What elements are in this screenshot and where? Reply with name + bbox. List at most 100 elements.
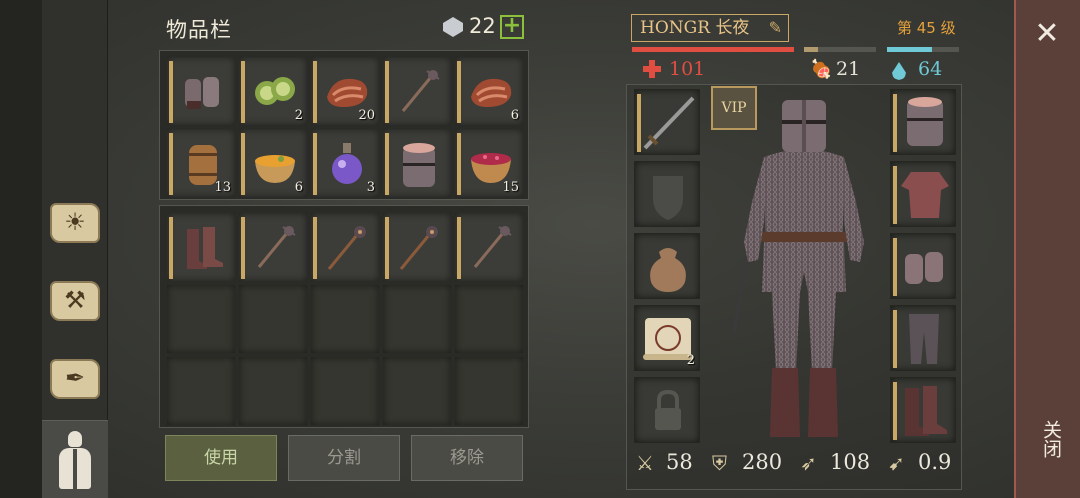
empty-slot[interactable] xyxy=(382,356,452,426)
hp-bar xyxy=(632,47,794,52)
inventory-slot-barrel[interactable]: 13 xyxy=(166,128,236,198)
split-button[interactable]: 分割 xyxy=(288,435,400,481)
item-count: 2 xyxy=(294,108,303,123)
gloves-icon xyxy=(905,252,943,284)
inventory-slot-knight-helmet[interactable] xyxy=(382,128,452,198)
legs-slot[interactable] xyxy=(890,305,956,371)
meat-icon: 🍖 xyxy=(810,59,833,80)
character-icon xyxy=(55,430,95,489)
mace-icon xyxy=(395,67,443,117)
empty-slot[interactable] xyxy=(382,284,452,354)
attack-value: 58 xyxy=(666,450,693,474)
remove-button[interactable]: 移除 xyxy=(411,435,523,481)
inventory-slot-soup-bowl[interactable]: 6 xyxy=(238,128,308,198)
morning-star-icon xyxy=(323,223,371,273)
inventory-slot-raw-meat[interactable]: 20 xyxy=(310,56,380,126)
nav-recipes-button[interactable]: ☀ xyxy=(42,190,108,256)
empty-slot[interactable] xyxy=(454,284,524,354)
boots-icon xyxy=(905,386,947,436)
nav-character-button[interactable] xyxy=(42,420,108,498)
gem-icon xyxy=(443,17,463,37)
cucumber-icon xyxy=(251,67,299,117)
nav-crafting-button[interactable]: ⚒ xyxy=(42,268,108,334)
feet-slot[interactable] xyxy=(890,377,956,443)
empty-slot[interactable] xyxy=(310,284,380,354)
sack-icon xyxy=(650,248,686,292)
food-bar xyxy=(804,47,876,52)
meat-icon xyxy=(467,67,515,117)
water-bar xyxy=(887,47,959,52)
gem-count: 22 xyxy=(469,14,496,38)
item-count: 3 xyxy=(366,180,375,195)
inventory-slot-cucumber-slices[interactable]: 2 xyxy=(238,56,308,126)
defense-shield-icon: ⛨ xyxy=(712,451,727,475)
empty-slot[interactable] xyxy=(238,356,308,426)
mace-icon xyxy=(251,223,299,273)
knight-character xyxy=(732,100,864,437)
gloves-icon xyxy=(179,67,227,117)
nav-journal-button[interactable]: ✒ xyxy=(42,346,108,412)
item-count: 20 xyxy=(358,108,375,123)
chest-slot[interactable] xyxy=(890,161,956,227)
inventory-slot-chainmail-gloves[interactable] xyxy=(166,56,236,126)
helmet-icon xyxy=(395,139,443,189)
item-count: 6 xyxy=(294,180,303,195)
locked-slot[interactable] xyxy=(634,377,700,443)
chainmail-shirt-icon xyxy=(901,172,949,218)
item-count: 6 xyxy=(510,108,519,123)
inventory-title: 物品栏 xyxy=(166,18,232,42)
empty-slot[interactable] xyxy=(310,356,380,426)
quill-icon: ✎ xyxy=(768,18,782,37)
morning-star-icon xyxy=(395,223,443,273)
attack-icon: ⚔ xyxy=(636,451,654,475)
food-value: 21 xyxy=(836,58,861,80)
empty-slot[interactable] xyxy=(166,356,236,426)
use-button[interactable]: 使用 xyxy=(165,435,277,481)
attack-speed-value: 0.9 xyxy=(918,450,952,474)
add-gems-button[interactable]: + xyxy=(500,15,524,39)
water-drop-icon xyxy=(892,62,906,80)
shield-placeholder-icon xyxy=(653,176,683,220)
close-icon[interactable]: ✕ xyxy=(1014,12,1080,56)
hands-slot[interactable] xyxy=(890,233,956,299)
close-label[interactable]: 关闭 xyxy=(1032,420,1062,458)
inventory-slot-berry-bowl[interactable]: 15 xyxy=(454,128,524,198)
player-name-button[interactable]: HONGR 长夜 ✎ xyxy=(631,14,789,42)
scroll-count: 2 xyxy=(686,353,695,368)
inventory-slot-morning-star[interactable] xyxy=(382,212,452,282)
side-nav: ☀ ⚒ ✒ xyxy=(42,0,108,420)
empty-slot[interactable] xyxy=(454,356,524,426)
potion-icon xyxy=(323,139,371,189)
inventory-slot-mace-spiked[interactable] xyxy=(382,56,452,126)
water-value: 64 xyxy=(918,58,943,80)
quill-scroll-icon: ✒ xyxy=(50,359,100,399)
hammer-icon: ⚒ xyxy=(50,281,100,321)
helmet-icon xyxy=(907,97,943,146)
bag-slot[interactable] xyxy=(634,233,700,299)
inventory-slot-morning-star[interactable] xyxy=(310,212,380,282)
weapon-slot[interactable] xyxy=(634,89,700,155)
shield-slot[interactable] xyxy=(634,161,700,227)
speed-running-icon: ➶ xyxy=(800,451,817,475)
sword-icon xyxy=(643,96,695,150)
boots-icon xyxy=(179,223,227,273)
leggings-icon xyxy=(909,314,939,364)
inventory-slot-leather-boots[interactable] xyxy=(166,212,236,282)
inventory-slot-mace-spiked[interactable] xyxy=(238,212,308,282)
left-edge xyxy=(0,0,42,498)
health-value: 101 xyxy=(669,58,706,80)
empty-slot[interactable] xyxy=(238,284,308,354)
inventory-slot-potion-flask[interactable]: 3 xyxy=(310,128,380,198)
sun-book-icon: ☀ xyxy=(50,203,100,243)
empty-slot[interactable] xyxy=(166,284,236,354)
defense-value: 280 xyxy=(742,450,783,474)
scroll-slot[interactable]: 2 xyxy=(634,305,700,371)
inventory-slot-mace-spiked[interactable] xyxy=(454,212,524,282)
item-count: 13 xyxy=(214,180,231,195)
player-name-prefix: HONGR xyxy=(640,18,711,38)
inventory-slot-raw-meat[interactable]: 6 xyxy=(454,56,524,126)
head-slot[interactable] xyxy=(890,89,956,155)
speed-value: 108 xyxy=(830,450,871,474)
mace-icon xyxy=(467,223,515,273)
attack-speed-icon: ➹ xyxy=(888,451,905,475)
